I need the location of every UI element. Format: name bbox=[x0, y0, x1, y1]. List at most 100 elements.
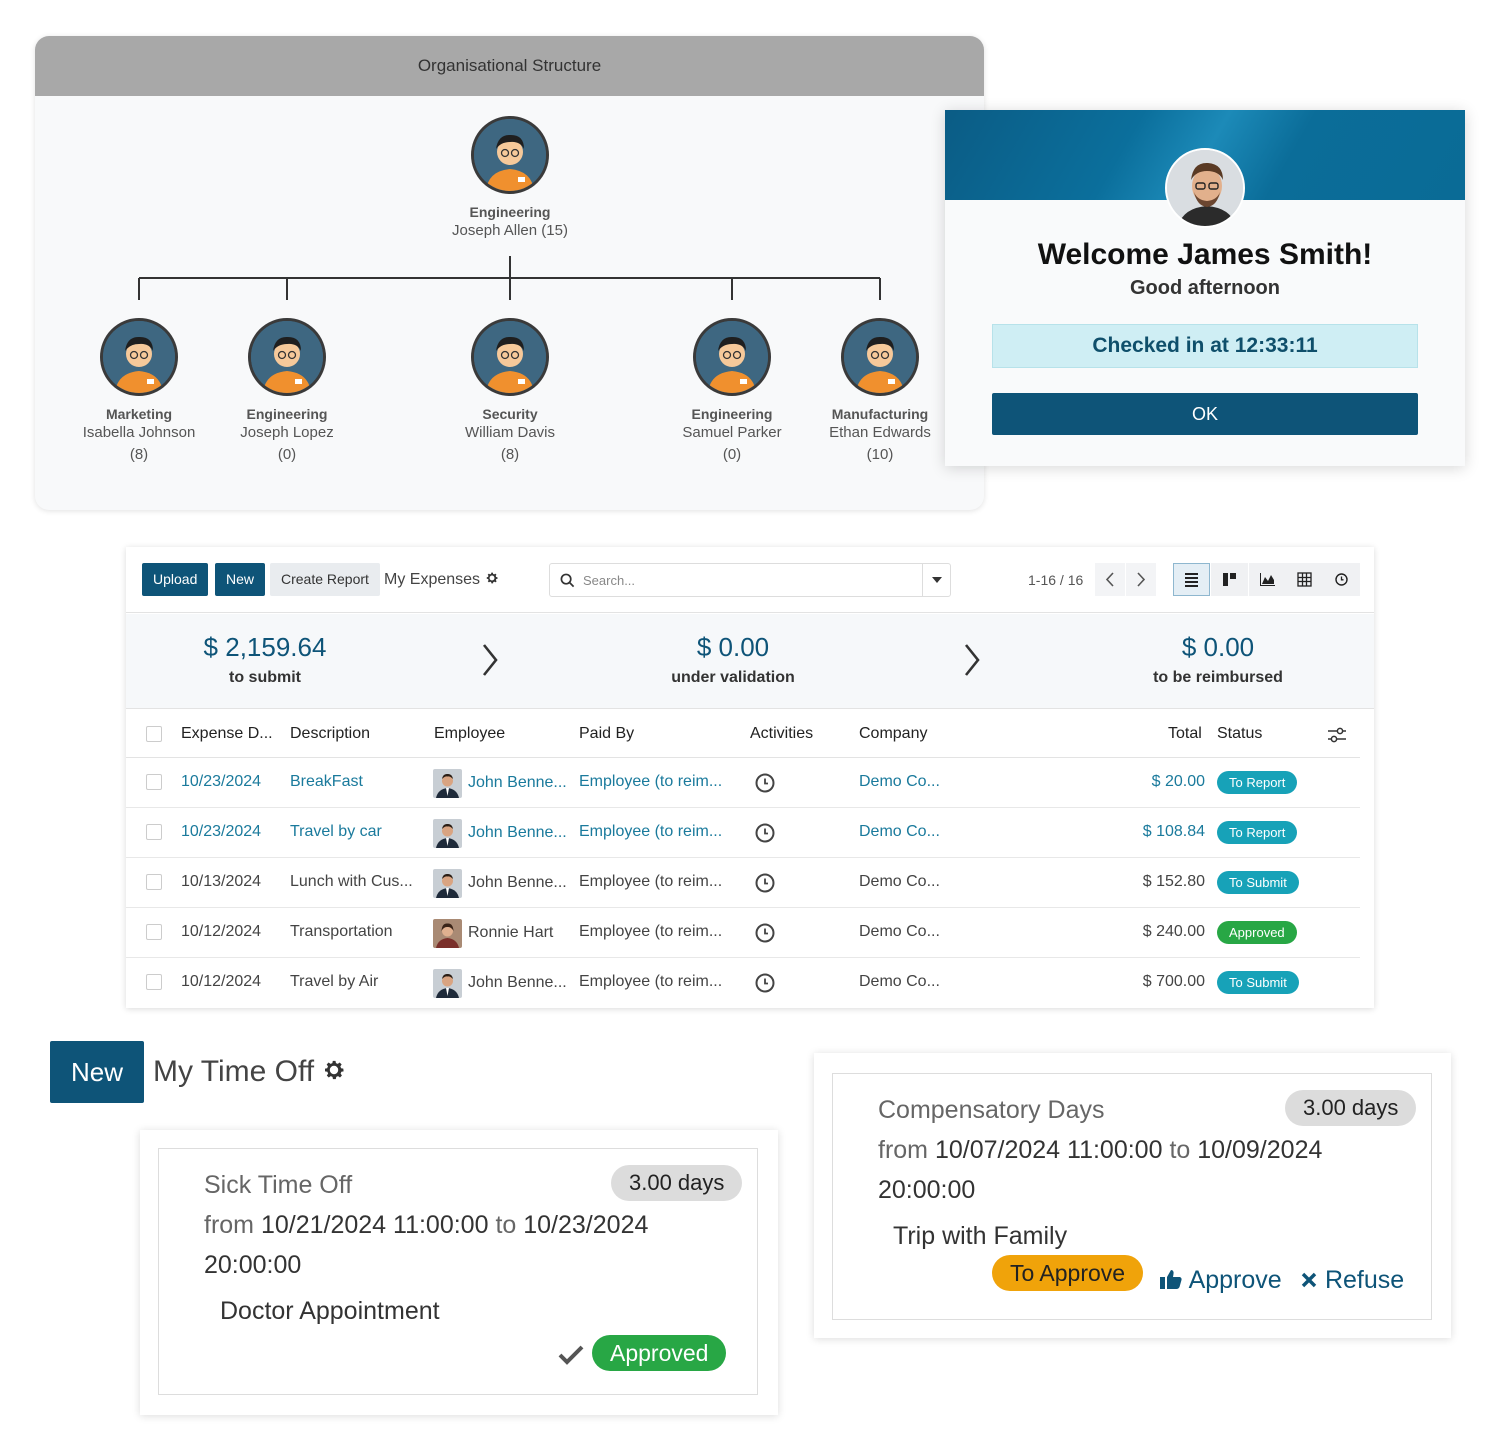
cell-date: 10/12/2024 bbox=[181, 973, 262, 990]
cell-description: Lunch with Cus... bbox=[290, 873, 413, 890]
cell-total: $ 152.80 bbox=[1142, 873, 1205, 890]
to-label: to bbox=[1169, 1136, 1191, 1164]
select-all-checkbox[interactable] bbox=[146, 726, 162, 742]
clock-icon[interactable] bbox=[754, 822, 776, 844]
clock-icon[interactable] bbox=[754, 972, 776, 994]
gear-icon[interactable] bbox=[485, 571, 499, 585]
approve-button[interactable]: Approve bbox=[1159, 1266, 1282, 1295]
row-checkbox[interactable] bbox=[146, 974, 162, 990]
org-node-security[interactable]: Security William Davis (8) bbox=[430, 318, 590, 463]
table-row[interactable]: 10/23/2024 BreakFast John Benne... Emplo… bbox=[126, 758, 1360, 808]
employee-avatar[interactable] bbox=[433, 869, 462, 898]
cell-description: Travel by Air bbox=[290, 973, 379, 990]
summary-label: to submit bbox=[229, 669, 301, 686]
search-icon bbox=[560, 573, 575, 588]
column-expense-date[interactable]: Expense D... bbox=[181, 725, 273, 743]
checked-in-label: Checked in at bbox=[1092, 334, 1229, 357]
employee-avatar[interactable] bbox=[433, 819, 462, 848]
expense-summary: $ 2,159.64 to submit $ 0.00 under valida… bbox=[126, 614, 1374, 709]
node-department: Engineering bbox=[246, 406, 328, 422]
row-checkbox[interactable] bbox=[146, 824, 162, 840]
new-time-off-button[interactable]: New bbox=[50, 1041, 144, 1103]
table-row[interactable]: 10/13/2024 Lunch with Cus... John Benne.… bbox=[126, 858, 1360, 908]
column-activities[interactable]: Activities bbox=[750, 725, 813, 743]
cell-total: $ 20.00 bbox=[1151, 773, 1205, 790]
node-manager: Isabella Johnson bbox=[82, 424, 196, 441]
clock-icon[interactable] bbox=[754, 872, 776, 894]
employee-avatar[interactable] bbox=[433, 919, 462, 948]
cell-total: $ 700.00 bbox=[1142, 973, 1205, 990]
graph-view-button[interactable] bbox=[1249, 563, 1286, 596]
column-status[interactable]: Status bbox=[1217, 725, 1262, 743]
cell-employee: John Benne... bbox=[468, 824, 567, 841]
time-off-title-text: My Time Off bbox=[153, 1055, 315, 1088]
cell-date: 10/13/2024 bbox=[181, 873, 262, 890]
time-off-card[interactable]: Compensatory Days 3.00 days from 10/07/2… bbox=[832, 1073, 1432, 1320]
caret-down-icon bbox=[932, 577, 942, 583]
table-row[interactable]: 10/12/2024 Transportation Ronnie Hart Em… bbox=[126, 908, 1360, 958]
expenses-panel: Upload New Create Report My Expenses Sea… bbox=[126, 547, 1374, 1008]
pivot-view-button[interactable] bbox=[1286, 563, 1323, 596]
summary-to-submit[interactable]: $ 2,159.64 to submit bbox=[145, 632, 385, 687]
org-node-marketing[interactable]: Marketing Isabella Johnson (8) bbox=[59, 318, 219, 463]
new-expense-button[interactable]: New bbox=[215, 563, 266, 596]
clock-icon[interactable] bbox=[754, 922, 776, 944]
employee-avatar[interactable] bbox=[433, 969, 462, 998]
summary-amount: $ 0.00 bbox=[1181, 632, 1255, 662]
cell-employee: John Benne... bbox=[468, 874, 567, 891]
employee-avatar[interactable] bbox=[433, 769, 462, 798]
row-checkbox[interactable] bbox=[146, 774, 162, 790]
clock-icon[interactable] bbox=[754, 772, 776, 794]
create-report-button[interactable]: Create Report bbox=[270, 563, 380, 596]
ok-button[interactable]: OK bbox=[992, 393, 1418, 435]
leave-description: Doctor Appointment bbox=[220, 1297, 440, 1325]
view-title-text: My Expenses bbox=[384, 571, 481, 588]
pager-previous-button[interactable] bbox=[1095, 563, 1125, 596]
summary-to-be-reimbursed[interactable]: $ 0.00 to be reimbursed bbox=[1098, 632, 1338, 687]
org-node-engineering-lopez[interactable]: Engineering Joseph Lopez (0) bbox=[207, 318, 367, 463]
welcome-title: Welcome James Smith! bbox=[1037, 238, 1373, 271]
status-badge: To Approve bbox=[992, 1255, 1144, 1291]
approve-label: Approve bbox=[1188, 1266, 1282, 1294]
table-row[interactable]: 10/23/2024 Travel by car John Benne... E… bbox=[126, 808, 1360, 858]
summary-under-validation[interactable]: $ 0.00 under validation bbox=[613, 632, 853, 687]
table-row[interactable]: 10/12/2024 Travel by Air John Benne... E… bbox=[126, 958, 1360, 1008]
welcome-greeting: Good afternoon bbox=[1130, 277, 1280, 299]
status-badge: To Submit bbox=[1217, 971, 1299, 994]
column-company[interactable]: Company bbox=[859, 725, 927, 743]
row-checkbox[interactable] bbox=[146, 874, 162, 890]
org-node-manufacturing[interactable]: Manufacturing Ethan Edwards (10) bbox=[800, 318, 960, 463]
org-node-engineering-parker[interactable]: Engineering Samuel Parker (0) bbox=[652, 318, 812, 463]
node-count: (8) bbox=[129, 446, 149, 463]
pager-value[interactable]: 1-16 / 16 bbox=[1028, 572, 1083, 588]
area-chart-icon bbox=[1260, 573, 1275, 586]
checked-in-banner: Checked in at 12:33:11 bbox=[992, 324, 1418, 368]
gear-icon[interactable] bbox=[322, 1058, 346, 1082]
cell-paid-by: Employee (to reim... bbox=[579, 823, 723, 840]
search-input[interactable]: Search... bbox=[549, 563, 951, 597]
pager-next-button[interactable] bbox=[1126, 563, 1156, 596]
org-node-root[interactable]: Engineering Joseph Allen (15) bbox=[430, 116, 590, 239]
list-view-button[interactable] bbox=[1173, 563, 1210, 596]
row-checkbox[interactable] bbox=[146, 924, 162, 940]
column-employee[interactable]: Employee bbox=[434, 725, 505, 743]
node-manager: Ethan Edwards bbox=[829, 424, 931, 441]
org-chart-panel: Organisational Structure Engineering Jos… bbox=[35, 36, 984, 510]
kanban-view-button[interactable] bbox=[1211, 563, 1248, 596]
refuse-button[interactable]: Refuse bbox=[1300, 1266, 1404, 1295]
check-icon bbox=[558, 1345, 584, 1365]
cell-total: $ 240.00 bbox=[1142, 923, 1205, 940]
refuse-label: Refuse bbox=[1324, 1266, 1405, 1294]
time-off-card[interactable]: Sick Time Off 3.00 days from 10/21/2024 … bbox=[158, 1148, 758, 1395]
node-manager: William Davis bbox=[465, 424, 555, 441]
column-total[interactable]: Total bbox=[1168, 725, 1202, 743]
column-paid-by[interactable]: Paid By bbox=[579, 725, 634, 743]
to-time: 20:00:00 bbox=[204, 1251, 302, 1279]
cell-description: Transportation bbox=[290, 923, 393, 940]
column-description[interactable]: Description bbox=[290, 725, 370, 743]
activity-view-button[interactable] bbox=[1323, 563, 1360, 596]
column-settings-icon[interactable] bbox=[1327, 726, 1347, 744]
upload-button[interactable]: Upload bbox=[142, 563, 209, 596]
node-manager: Joseph Lopez bbox=[240, 424, 334, 441]
search-options-toggle[interactable] bbox=[922, 564, 950, 596]
